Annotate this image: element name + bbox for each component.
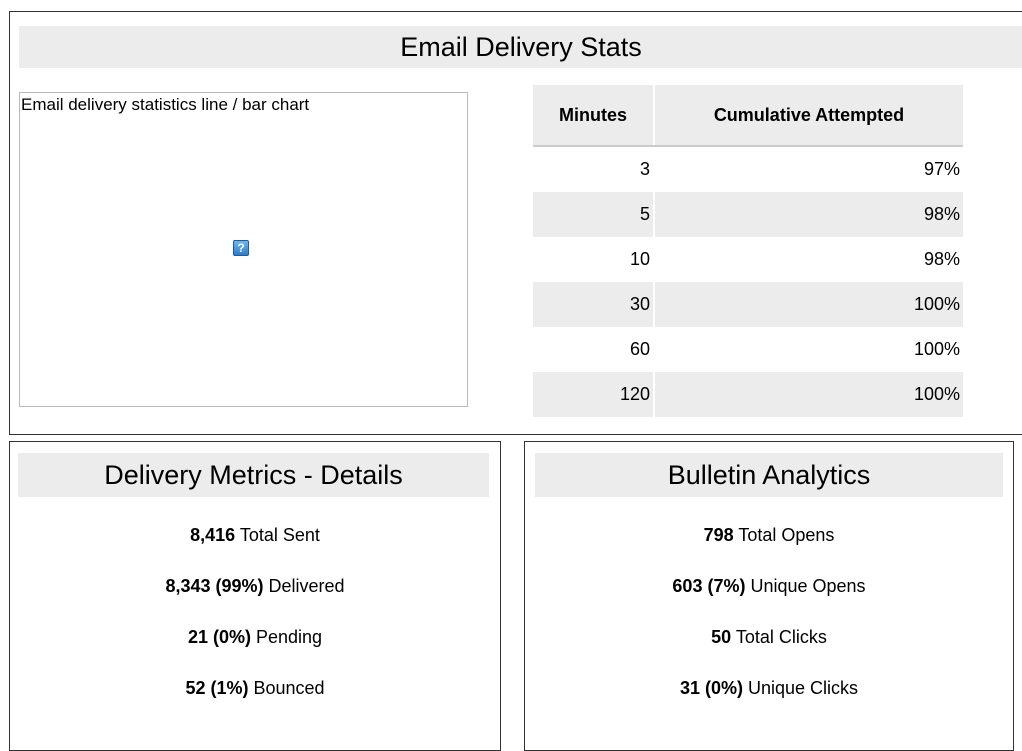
email-delivery-stats-title: Email Delivery Stats — [19, 26, 1022, 68]
table-header-row: Minutes Cumulative Attempted — [533, 85, 963, 147]
metric-value: 50 — [711, 627, 732, 647]
delivery-metrics-panel: Delivery Metrics - Details 8,416 Total S… — [9, 441, 501, 751]
cumulative-cell: 100% — [653, 282, 963, 327]
email-delivery-stats-panel: Email Delivery Stats Email delivery stat… — [9, 11, 1022, 435]
table-row: 10 98% — [533, 237, 963, 282]
metric-total-opens: 798 Total Opens — [525, 524, 1013, 546]
table-row: 120 100% — [533, 372, 963, 417]
cumulative-cell: 100% — [653, 327, 963, 372]
metric-unique-clicks: 31 (0%) Unique Clicks — [525, 677, 1013, 699]
minutes-cell: 3 — [639, 159, 650, 179]
table-row: 5 98% — [533, 192, 963, 237]
metric-label: Total Sent — [239, 525, 320, 545]
table-row: 3 97% — [533, 146, 963, 192]
metric-value: 31 (0%) — [679, 678, 743, 698]
metric-value: 21 (0%) — [187, 627, 251, 647]
metric-value: 8,343 (99%) — [165, 576, 264, 596]
minutes-cell: 10 — [629, 249, 650, 269]
metric-label: Unique Opens — [750, 576, 866, 596]
minutes-cell: 5 — [533, 192, 654, 237]
column-header-cumulative-attempted: Cumulative Attempted — [653, 85, 963, 147]
metric-label: Unique Clicks — [748, 678, 859, 698]
metric-unique-opens: 603 (7%) Unique Opens — [525, 575, 1013, 597]
cumulative-cell: 100% — [653, 372, 963, 417]
metric-pending: 21 (0%) Pending — [10, 626, 500, 648]
cumulative-cell: 97% — [653, 146, 963, 192]
metric-value: 8,416 — [190, 525, 236, 545]
metric-value: 52 (1%) — [185, 678, 249, 698]
broken-image-icon: ? — [233, 240, 249, 256]
bulletin-analytics-title: Bulletin Analytics — [535, 453, 1003, 497]
delivery-chart-image: Email delivery statistics line / bar cha… — [19, 92, 468, 407]
column-header-minutes: Minutes — [533, 85, 654, 147]
metric-value: 603 (7%) — [672, 576, 746, 596]
metric-bounced: 52 (1%) Bounced — [10, 677, 500, 699]
minutes-cell: 60 — [629, 339, 650, 359]
delivery-stats-table: Minutes Cumulative Attempted 3 97% 5 98%… — [533, 85, 963, 417]
table-row: 30 100% — [533, 282, 963, 327]
metric-delivered: 8,343 (99%) Delivered — [10, 575, 500, 597]
metric-label: Total Opens — [738, 525, 835, 545]
metric-total-clicks: 50 Total Clicks — [525, 626, 1013, 648]
delivery-metrics-title: Delivery Metrics - Details — [18, 453, 489, 497]
metric-label: Pending — [255, 627, 323, 647]
chart-alt-text: Email delivery statistics line / bar cha… — [21, 95, 310, 114]
metric-label: Delivered — [268, 576, 345, 596]
metric-value: 798 — [703, 525, 734, 545]
cumulative-cell: 98% — [653, 237, 963, 282]
table-row: 60 100% — [533, 327, 963, 372]
minutes-cell: 30 — [533, 282, 654, 327]
metric-label: Bounced — [253, 678, 325, 698]
metric-total-sent: 8,416 Total Sent — [10, 524, 500, 546]
minutes-cell: 120 — [533, 372, 654, 417]
cumulative-cell: 98% — [653, 192, 963, 237]
bulletin-analytics-panel: Bulletin Analytics 798 Total Opens 603 (… — [524, 441, 1014, 751]
metric-label: Total Clicks — [735, 627, 827, 647]
